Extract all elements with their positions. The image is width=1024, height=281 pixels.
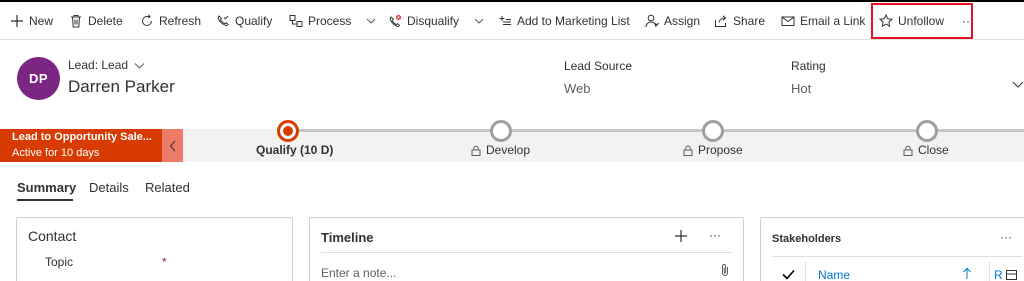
timeline-add-icon[interactable] [674, 229, 688, 243]
stakeholders-title: Stakeholders [772, 233, 842, 245]
timeline-more-icon[interactable]: ··· [709, 228, 721, 242]
column-divider [989, 262, 990, 281]
phone-check-icon [217, 15, 229, 27]
email-a-link-button[interactable]: Email a Link [781, 2, 865, 40]
trash-icon [71, 15, 81, 28]
name-column-header[interactable]: Name [818, 268, 850, 281]
header-expand-chevron-icon[interactable] [1012, 78, 1024, 90]
rating-label: Rating [791, 59, 826, 73]
required-marker: * [162, 255, 167, 269]
topic-label: Topic [45, 255, 74, 269]
add-list-icon [499, 16, 511, 25]
lock-icon [903, 145, 913, 156]
stage-propose-label[interactable]: Propose [683, 143, 743, 157]
stakeholders-divider [772, 256, 1022, 257]
person-icon [645, 14, 659, 28]
tab-related[interactable]: Related [145, 180, 190, 195]
timeline-divider [321, 252, 732, 253]
stakeholders-section [760, 217, 1024, 281]
refresh-label: Refresh [159, 14, 202, 28]
chevron-down-icon [474, 18, 484, 24]
role-column-header[interactable]: R [994, 268, 1003, 281]
process-active-duration: Active for 10 days [12, 147, 100, 159]
new-label: New [29, 14, 54, 28]
chevron-down-icon [367, 18, 376, 24]
lock-icon [683, 145, 693, 156]
stage-develop-dot[interactable] [490, 120, 512, 142]
refresh-icon [142, 14, 152, 26]
contact-section-title: Contact [28, 228, 77, 244]
add-to-marketing-list-label: Add to Marketing List [517, 14, 630, 28]
attachment-icon[interactable] [720, 263, 730, 277]
email-a-link-label: Email a Link [800, 14, 866, 28]
email-icon [781, 16, 795, 26]
stakeholders-more-icon[interactable]: ··· [1000, 230, 1012, 244]
assign-label: Assign [664, 14, 701, 28]
select-all-checkmark-icon[interactable] [782, 269, 795, 280]
unfollow-highlight-box [871, 3, 973, 39]
stage-develop-label[interactable]: Develop [471, 143, 530, 157]
process-connector-line [288, 129, 1024, 132]
share-icon [715, 15, 727, 27]
process-flyout-button[interactable]: Lead to Opportunity Sale... Active for 1… [0, 129, 162, 162]
share-button[interactable]: Share [714, 2, 765, 40]
new-button[interactable]: New [10, 2, 53, 40]
entity-label: Lead: Lead [68, 58, 129, 72]
delete-label: Delete [88, 14, 123, 28]
note-input[interactable]: Enter a note... [321, 266, 396, 280]
lock-icon [471, 145, 481, 156]
delete-button[interactable]: Delete [69, 2, 123, 40]
process-label: Process [308, 14, 352, 28]
process-collapse-button[interactable] [162, 129, 183, 162]
stage-close-label[interactable]: Close [903, 143, 949, 157]
stage-close-text: Close [918, 143, 949, 157]
chevron-left-icon [169, 140, 175, 151]
stage-develop-text: Develop [486, 143, 531, 157]
qualify-button[interactable]: Qualify [216, 2, 272, 40]
record-name: Darren Parker [68, 77, 175, 96]
tab-details[interactable]: Details [89, 180, 129, 195]
stage-close-dot[interactable] [916, 120, 938, 142]
assign-button[interactable]: Assign [645, 2, 700, 40]
stage-qualify-label[interactable]: Qualify (10 D) [256, 143, 333, 157]
refresh-button[interactable]: Refresh [140, 2, 201, 40]
stage-propose-text: Propose [698, 143, 743, 157]
stage-propose-dot[interactable] [702, 120, 724, 142]
add-to-marketing-list-button[interactable]: Add to Marketing List [498, 2, 630, 40]
process-icon [289, 15, 303, 27]
tab-summary[interactable]: Summary [17, 180, 76, 195]
tab-summary-underline [17, 199, 73, 201]
chevron-down-icon [134, 62, 145, 69]
stage-qualify-dot[interactable] [277, 120, 299, 142]
disqualify-label: Disqualify [407, 14, 460, 28]
lead-source-label: Lead Source [564, 59, 633, 73]
timeline-title: Timeline [321, 230, 374, 245]
process-name: Lead to Opportunity Sale... [12, 131, 152, 143]
avatar: DP [17, 57, 60, 100]
grid-view-icon[interactable] [1006, 270, 1017, 280]
sort-ascending-icon[interactable] [962, 267, 972, 280]
process-button[interactable]: Process [289, 2, 378, 40]
entity-form-selector[interactable]: Lead: Lead [68, 58, 145, 72]
qualify-label: Qualify [235, 14, 273, 28]
rating-value: Hot [791, 81, 812, 96]
disqualify-icon [389, 15, 401, 28]
disqualify-button[interactable]: Disqualify [388, 2, 486, 40]
lead-source-value: Web [564, 81, 591, 96]
column-divider [805, 262, 806, 281]
stage-qualify-text: Qualify (10 D) [256, 143, 334, 157]
share-label: Share [733, 14, 766, 28]
contact-section [16, 217, 293, 281]
plus-icon [11, 15, 23, 27]
